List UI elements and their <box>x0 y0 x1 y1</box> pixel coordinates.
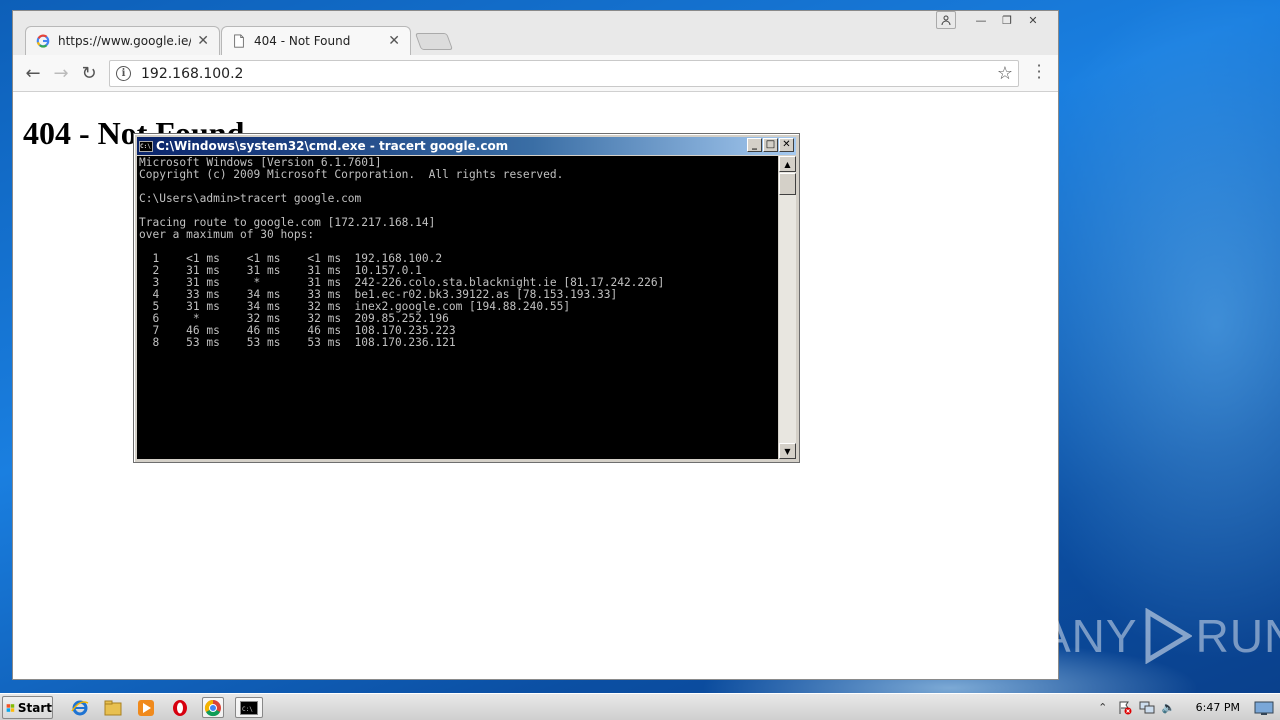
page-icon <box>234 34 244 48</box>
cmd-scrollbar[interactable]: ▲ ▼ <box>779 156 796 459</box>
tab-404[interactable]: 404 - Not Found ✕ <box>221 26 411 55</box>
tab-strip: https://www.google.ie/sear ✕ 404 - Not F… <box>13 11 1058 55</box>
cmd-title-bar[interactable]: C:\ C:\Windows\system32\cmd.exe - tracer… <box>137 137 796 155</box>
system-tray: ⌃ 🔈 6:47 PM <box>1092 694 1280 720</box>
start-button[interactable]: Start <box>2 696 53 719</box>
cmd-taskbar-icon[interactable]: C:\ <box>235 697 263 718</box>
new-tab-button[interactable] <box>414 33 454 50</box>
scroll-down-icon[interactable]: ▼ <box>779 443 796 459</box>
svg-text:C:\: C:\ <box>242 706 253 713</box>
cmd-output[interactable]: Microsoft Windows [Version 6.1.7601] Cop… <box>137 156 778 459</box>
window-controls: — ❐ ✕ <box>936 11 1046 29</box>
close-icon[interactable]: ✕ <box>779 138 794 152</box>
cmd-title-text: C:\Windows\system32\cmd.exe - tracert go… <box>156 139 509 153</box>
tray-expand-icon[interactable]: ⌃ <box>1094 700 1112 716</box>
opera-icon[interactable] <box>169 697 191 718</box>
anyrun-watermark: ANY RUN <box>1040 608 1280 664</box>
google-icon <box>36 34 50 48</box>
chrome-icon[interactable] <box>202 697 224 718</box>
address-bar[interactable]: i 192.168.100.2 ☆ <box>109 60 1019 87</box>
minimize-icon[interactable]: _ <box>747 138 762 152</box>
minimize-icon[interactable]: — <box>968 11 994 29</box>
close-tab-icon[interactable]: ✕ <box>197 33 209 49</box>
scroll-thumb[interactable] <box>779 173 796 195</box>
show-desktop-icon[interactable] <box>1254 700 1274 716</box>
info-icon[interactable]: i <box>116 66 131 81</box>
tab-title: https://www.google.ie/sear <box>58 34 192 48</box>
watermark-left: ANY <box>1040 610 1138 662</box>
play-icon <box>1145 608 1192 664</box>
bookmark-star-icon[interactable]: ☆ <box>997 63 1013 84</box>
address-text: 192.168.100.2 <box>141 65 244 82</box>
media-player-icon[interactable] <box>135 697 157 718</box>
clock[interactable]: 6:47 PM <box>1196 701 1240 714</box>
browser-toolbar: ← → ↻ i 192.168.100.2 ☆ · · · <box>13 55 1058 92</box>
scroll-up-icon[interactable]: ▲ <box>779 156 796 172</box>
cmd-window-controls: _ □ ✕ <box>747 138 794 152</box>
forward-arrow-icon[interactable]: → <box>50 62 72 84</box>
close-tab-icon[interactable]: ✕ <box>388 33 400 49</box>
maximize-icon[interactable]: □ <box>763 138 778 152</box>
ie-icon[interactable] <box>69 697 91 718</box>
cmd-output-text: Microsoft Windows [Version 6.1.7601] Cop… <box>139 156 665 349</box>
back-arrow-icon[interactable]: ← <box>22 62 44 84</box>
explorer-folder-icon[interactable] <box>102 697 124 718</box>
action-center-icon[interactable] <box>1116 700 1134 716</box>
taskbar: Start C:\ ⌃ 🔈 6:47 PM <box>0 693 1280 720</box>
windows-flag-icon <box>6 703 15 712</box>
tab-title: 404 - Not Found <box>254 34 351 48</box>
close-icon[interactable]: ✕ <box>1020 11 1046 29</box>
watermark-right: RUN <box>1195 610 1280 662</box>
cmd-window: C:\ C:\Windows\system32\cmd.exe - tracer… <box>133 133 800 463</box>
profile-icon[interactable] <box>936 11 956 29</box>
reload-icon[interactable]: ↻ <box>78 62 100 84</box>
cmd-icon: C:\ <box>139 140 153 152</box>
start-label: Start <box>17 700 52 715</box>
menu-dots-icon[interactable]: · · · <box>1032 58 1046 86</box>
volume-icon[interactable]: 🔈 <box>1160 700 1178 716</box>
restore-icon[interactable]: ❐ <box>994 11 1020 29</box>
network-icon[interactable] <box>1138 700 1156 716</box>
tab-google-search[interactable]: https://www.google.ie/sear ✕ <box>25 26 220 55</box>
